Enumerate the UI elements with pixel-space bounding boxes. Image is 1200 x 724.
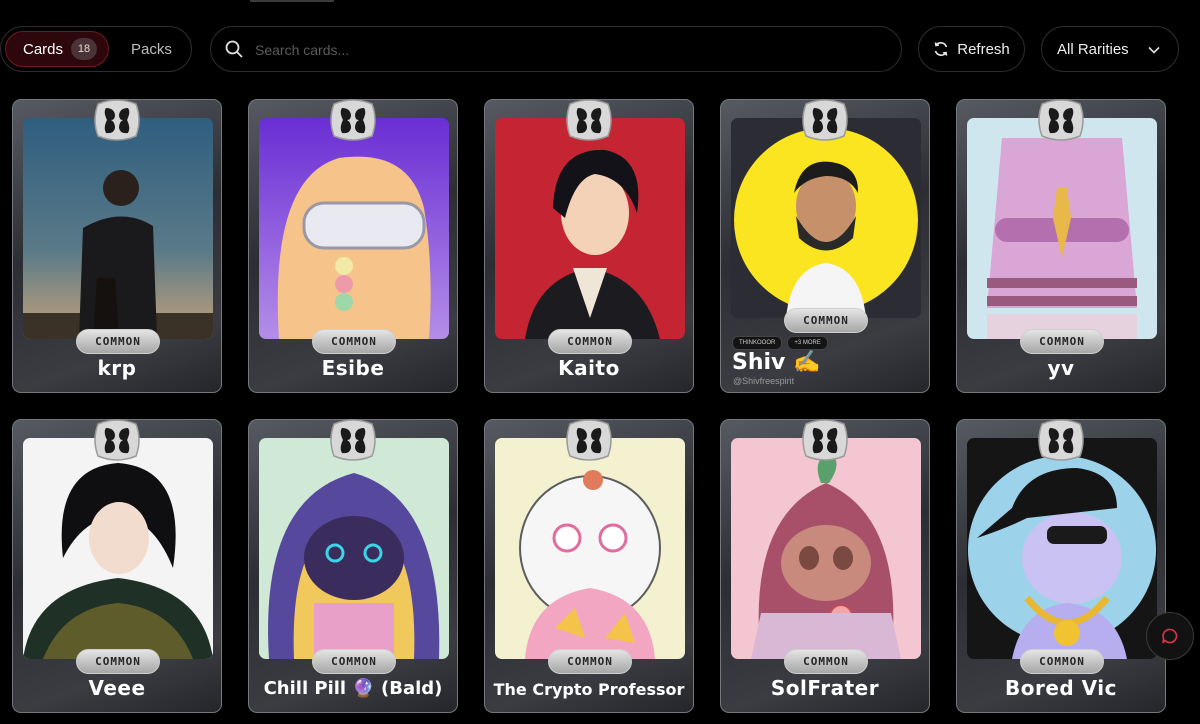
card-handle: @Shivfreespirit	[733, 376, 795, 386]
cards-count-badge: 18	[71, 38, 98, 60]
brand-logo-icon	[92, 418, 142, 462]
card-veee[interactable]: COMMON Veee	[12, 419, 222, 713]
card-art	[259, 118, 449, 339]
card-art	[23, 438, 213, 659]
search-icon	[225, 40, 243, 58]
card-shiv[interactable]: COMMON THINKOOOR +3 MORE Shiv ✍️ @Shivfr…	[720, 99, 930, 393]
card-name: yv	[1047, 356, 1075, 380]
brand-logo-icon	[328, 418, 378, 462]
card-art	[23, 118, 213, 339]
card-art	[495, 438, 685, 659]
brand-logo-icon	[1036, 418, 1086, 462]
card-name: Veee	[88, 676, 146, 700]
card-crypto-professor[interactable]: COMMON The Crypto Professor	[484, 419, 694, 713]
brand-logo-icon	[564, 418, 614, 462]
card-name: The Crypto Professor	[493, 680, 685, 699]
chat-button[interactable]	[1146, 612, 1194, 660]
card-art	[967, 118, 1157, 339]
card-kaito[interactable]: COMMON Kaito	[484, 99, 694, 393]
card-art	[967, 438, 1157, 659]
brand-logo-icon	[800, 418, 850, 462]
rarity-badge: COMMON	[312, 649, 396, 674]
card-art	[731, 438, 921, 659]
chevron-down-icon	[1148, 46, 1160, 54]
rarity-badge: COMMON	[784, 308, 868, 333]
card-yv[interactable]: COMMON yv	[956, 99, 1166, 393]
rarity-badge: COMMON	[1020, 649, 1104, 674]
rarity-badge: COMMON	[76, 649, 160, 674]
rarity-badge: COMMON	[784, 649, 868, 674]
brand-logo-icon	[564, 98, 614, 142]
search-bar	[210, 26, 902, 72]
card-art	[731, 118, 921, 318]
brand-logo-icon	[1036, 98, 1086, 142]
rarity-badge: COMMON	[548, 329, 632, 354]
brand-logo-icon	[328, 98, 378, 142]
card-esibe[interactable]: COMMON Esibe	[248, 99, 458, 393]
card-bored-vic[interactable]: COMMON Bored Vic	[956, 419, 1166, 713]
tag-chip: THINKOOOR	[732, 336, 783, 350]
tag-more-chip[interactable]: +3 MORE	[787, 336, 828, 350]
card-name: Esibe	[321, 356, 385, 380]
tag-list: THINKOOOR +3 MORE	[732, 336, 828, 350]
card-name: krp	[97, 356, 137, 380]
refresh-icon	[934, 42, 948, 56]
tab-cards-label: Cards	[23, 40, 64, 58]
card-name: SolFrater	[770, 676, 880, 700]
refresh-button[interactable]: Refresh	[918, 26, 1025, 72]
rarity-filter-value: All Rarities	[1057, 40, 1129, 58]
card-name: Chill Pill 🔮 (Bald)	[263, 678, 443, 699]
rarity-badge: COMMON	[548, 649, 632, 674]
card-art	[495, 118, 685, 339]
view-toggle: Cards 18 Packs	[0, 26, 192, 72]
card-chill-pill[interactable]: COMMON Chill Pill 🔮 (Bald)	[248, 419, 458, 713]
search-input[interactable]	[253, 37, 877, 63]
chat-icon	[1162, 628, 1178, 644]
card-name: Kaito	[558, 356, 620, 380]
card-art	[259, 438, 449, 659]
card-krp[interactable]: COMMON krp	[12, 99, 222, 393]
tab-cards[interactable]: Cards 18	[5, 31, 109, 67]
brand-logo-icon	[92, 98, 142, 142]
card-name: Shiv ✍️	[732, 350, 821, 375]
top-accent-line	[250, 0, 334, 2]
rarity-badge: COMMON	[312, 329, 396, 354]
rarity-badge: COMMON	[1020, 329, 1104, 354]
brand-logo-icon	[800, 98, 850, 142]
card-name: Bored Vic	[1004, 676, 1118, 700]
rarity-badge: COMMON	[76, 329, 160, 354]
tab-packs[interactable]: Packs	[131, 41, 172, 58]
card-solfrater[interactable]: COMMON SolFrater	[720, 419, 930, 713]
refresh-label: Refresh	[957, 40, 1010, 58]
rarity-filter-select[interactable]: All Rarities	[1041, 26, 1179, 72]
